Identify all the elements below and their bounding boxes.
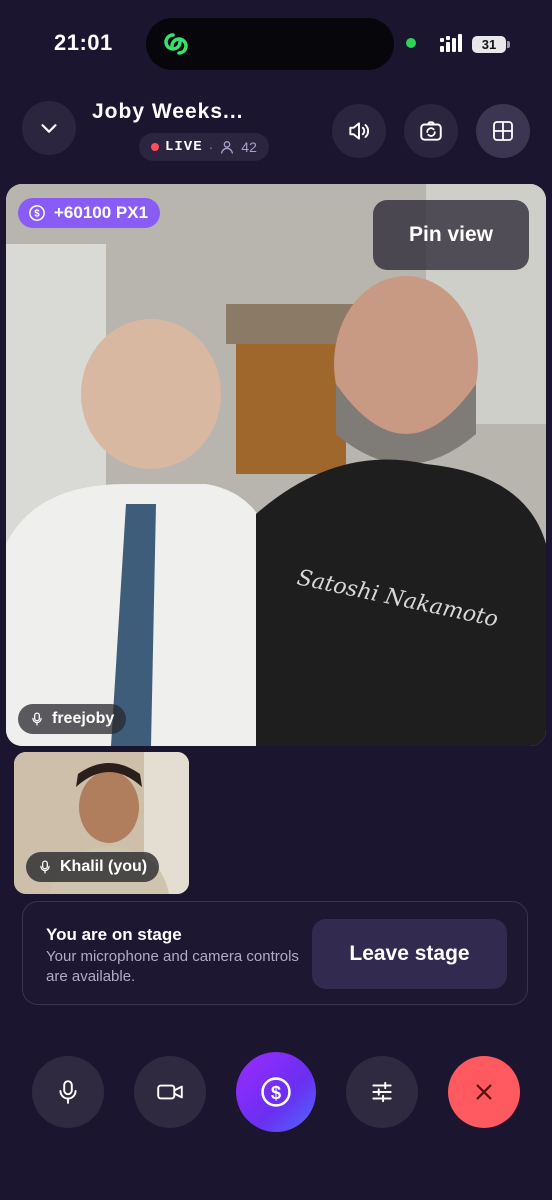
- end-call-button[interactable]: [448, 1056, 520, 1128]
- live-status-pill: LIVE · 42: [139, 133, 269, 161]
- settings-sliders-button[interactable]: [346, 1056, 418, 1128]
- main-video-tile[interactable]: Satoshi Nakamoto $ +60100 PX1 Pin view f…: [6, 184, 546, 746]
- app-logo-icon: [160, 28, 192, 60]
- stage-card-description: Your microphone and camera controls are …: [46, 948, 299, 985]
- on-stage-card: You are on stage Your microphone and cam…: [22, 901, 528, 1005]
- self-participant-name: Khalil (you): [60, 858, 148, 875]
- pin-view-button[interactable]: Pin view: [373, 200, 529, 270]
- room-title: Joby Weeks...: [92, 100, 244, 123]
- self-name-tag: Khalil (you): [26, 852, 160, 882]
- viewer-count: 42: [241, 139, 257, 155]
- tip-button[interactable]: $: [236, 1052, 316, 1132]
- microphone-icon: [55, 1078, 81, 1106]
- speaker-icon: [346, 118, 372, 144]
- camera-indicator-dot: [406, 38, 416, 48]
- svg-text:$: $: [271, 1082, 281, 1103]
- microphone-icon: [38, 859, 52, 875]
- status-time: 21:01: [54, 30, 113, 55]
- px-reward-badge: $ +60100 PX1: [18, 198, 161, 228]
- sliders-icon: [368, 1079, 396, 1105]
- leave-stage-button[interactable]: Leave stage: [312, 919, 507, 989]
- dollar-coin-icon: $: [259, 1075, 293, 1109]
- participant-name: freejoby: [52, 710, 115, 727]
- signal-icon: [440, 34, 462, 52]
- close-icon: [473, 1081, 495, 1103]
- battery-icon: 31: [472, 36, 506, 53]
- live-label: LIVE: [165, 139, 203, 155]
- separator: ·: [208, 139, 214, 155]
- chevron-down-icon: [38, 117, 60, 139]
- live-dot-icon: [151, 143, 159, 151]
- battery-terminal: [507, 41, 510, 48]
- px-reward-amount: +60100 PX1: [54, 203, 149, 222]
- camera-switch-button[interactable]: [404, 104, 458, 158]
- dynamic-island: [146, 18, 394, 70]
- grid-layout-icon: [491, 119, 515, 143]
- participant-name-tag: freejoby: [18, 704, 127, 734]
- self-video-tile[interactable]: Khalil (you): [14, 752, 189, 894]
- video-camera-icon: [155, 1079, 185, 1105]
- collapse-button[interactable]: [22, 101, 76, 155]
- camera-switch-icon: [418, 118, 444, 144]
- viewers-icon: [219, 139, 235, 155]
- video-camera-button[interactable]: [134, 1056, 206, 1128]
- svg-text:$: $: [34, 208, 40, 219]
- microphone-icon: [30, 711, 44, 727]
- speaker-button[interactable]: [332, 104, 386, 158]
- dollar-coin-icon: $: [28, 204, 46, 222]
- microphone-button[interactable]: [32, 1056, 104, 1128]
- grid-layout-button[interactable]: [476, 104, 530, 158]
- stage-card-title: You are on stage: [46, 925, 182, 944]
